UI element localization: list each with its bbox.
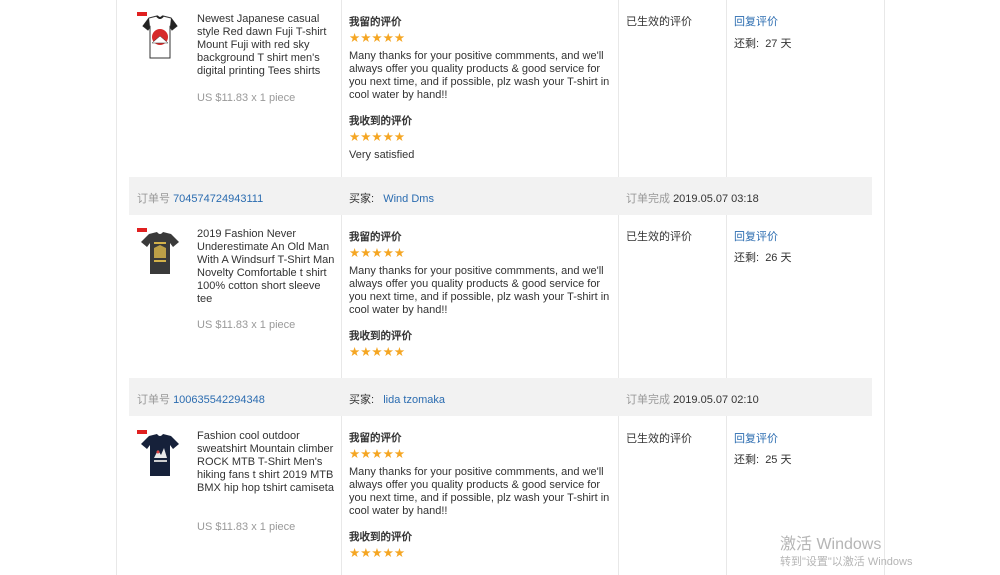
review-block: 我留的评价 ★★★★★ Many thanks for your positiv… — [349, 14, 611, 162]
product-thumbnail-windsurf-tshirt[interactable] — [137, 228, 183, 278]
order-number: 订单号 100635542294348 — [137, 391, 265, 407]
my-review-stars: ★★★★★ — [349, 31, 406, 45]
product-title-link[interactable]: Fashion cool outdoor sweatshirt Mountain… — [197, 430, 335, 495]
reply-review-link[interactable]: 回复评价 — [734, 13, 778, 29]
buyer-label: 买家: — [349, 193, 375, 205]
order-completed: 订单完成 2019.05.07 03:18 — [626, 190, 759, 206]
remaining-prefix: 还剩: — [734, 252, 760, 264]
buyer-info: 买家: lida tzomaka — [349, 391, 445, 407]
review-status: 已生效的评价 — [626, 16, 692, 28]
remaining-value: 27 天 — [765, 38, 792, 50]
remaining-value: 25 天 — [765, 454, 792, 466]
review-block: 我留的评价 ★★★★★ Many thanks for your positiv… — [349, 430, 611, 560]
order-done-label: 订单完成 — [626, 193, 670, 205]
windows-activation-watermark: 激活 Windows — [780, 536, 882, 553]
received-review-label: 我收到的评价 — [349, 531, 412, 543]
remaining-prefix: 还剩: — [734, 454, 760, 466]
order-done-label: 订单完成 — [626, 394, 670, 406]
remaining-value: 26 天 — [765, 252, 792, 264]
remaining-prefix: 还剩: — [734, 38, 760, 50]
received-review-stars: ★★★★★ — [349, 546, 406, 560]
my-review-stars: ★★★★★ — [349, 246, 406, 260]
order-header-2: 订单号 704574724943111 买家: Wind Dms 订单完成 20… — [129, 177, 872, 215]
order-number-link[interactable]: 100635542294348 — [173, 394, 265, 406]
product-thumbnail-mountain-tshirt[interactable] — [137, 430, 183, 480]
product-thumbnail-fuji-tshirt[interactable] — [137, 12, 183, 62]
received-review-stars: ★★★★★ — [349, 345, 406, 359]
received-review-label: 我收到的评价 — [349, 115, 412, 127]
product-title-link[interactable]: 2019 Fashion Never Underestimate An Old … — [197, 228, 335, 306]
order-completed: 订单完成 2019.05.07 02:10 — [626, 391, 759, 407]
order-number-label: 订单号 — [137, 394, 170, 406]
product-price: US $11.83 x 1 piece — [197, 319, 296, 331]
order-number-link[interactable]: 704574724943111 — [173, 193, 263, 205]
my-review-stars: ★★★★★ — [349, 447, 406, 461]
review-status: 已生效的评价 — [626, 433, 692, 445]
buyer-name-link[interactable]: lida tzomaka — [383, 394, 445, 406]
reply-review-link[interactable]: 回复评价 — [734, 430, 778, 446]
order-row-1: Newest Japanese casual style Red dawn Fu… — [129, 0, 872, 177]
received-review-label: 我收到的评价 — [349, 330, 412, 342]
windows-activation-hint: 转到"设置"以激活 Windows — [780, 556, 913, 568]
buyer-info: 买家: Wind Dms — [349, 190, 434, 206]
order-row-2: 2019 Fashion Never Underestimate An Old … — [129, 215, 872, 378]
order-header-3: 订单号 100635542294348 买家: lida tzomaka 订单完… — [129, 378, 872, 416]
my-review-label: 我留的评价 — [349, 432, 402, 444]
order-row-3: Fashion cool outdoor sweatshirt Mountain… — [129, 416, 872, 575]
buyer-name-link[interactable]: Wind Dms — [383, 193, 434, 205]
product-price: US $11.83 x 1 piece — [197, 92, 296, 104]
review-status: 已生效的评价 — [626, 231, 692, 243]
my-review-text: Many thanks for your positive commments,… — [349, 50, 610, 101]
remaining-days: 还剩: 26 天 — [734, 249, 791, 265]
remaining-days: 还剩: 25 天 — [734, 451, 791, 467]
review-block: 我留的评价 ★★★★★ Many thanks for your positiv… — [349, 229, 611, 359]
my-review-text: Many thanks for your positive commments,… — [349, 466, 610, 517]
order-number-label: 订单号 — [137, 193, 170, 205]
my-review-text: Many thanks for your positive commments,… — [349, 265, 610, 316]
remaining-days: 还剩: 27 天 — [734, 35, 791, 51]
my-review-label: 我留的评价 — [349, 231, 402, 243]
reply-review-link[interactable]: 回复评价 — [734, 228, 778, 244]
product-price: US $11.83 x 1 piece — [197, 521, 296, 533]
received-review-text: Very satisfied — [349, 149, 415, 161]
product-title-link[interactable]: Newest Japanese casual style Red dawn Fu… — [197, 13, 335, 78]
buyer-label: 买家: — [349, 394, 375, 406]
order-number: 订单号 704574724943111 — [137, 190, 263, 206]
received-review-stars: ★★★★★ — [349, 130, 406, 144]
order-completed-time: 2019.05.07 03:18 — [673, 193, 759, 205]
my-review-label: 我留的评价 — [349, 16, 402, 28]
order-completed-time: 2019.05.07 02:10 — [673, 394, 759, 406]
